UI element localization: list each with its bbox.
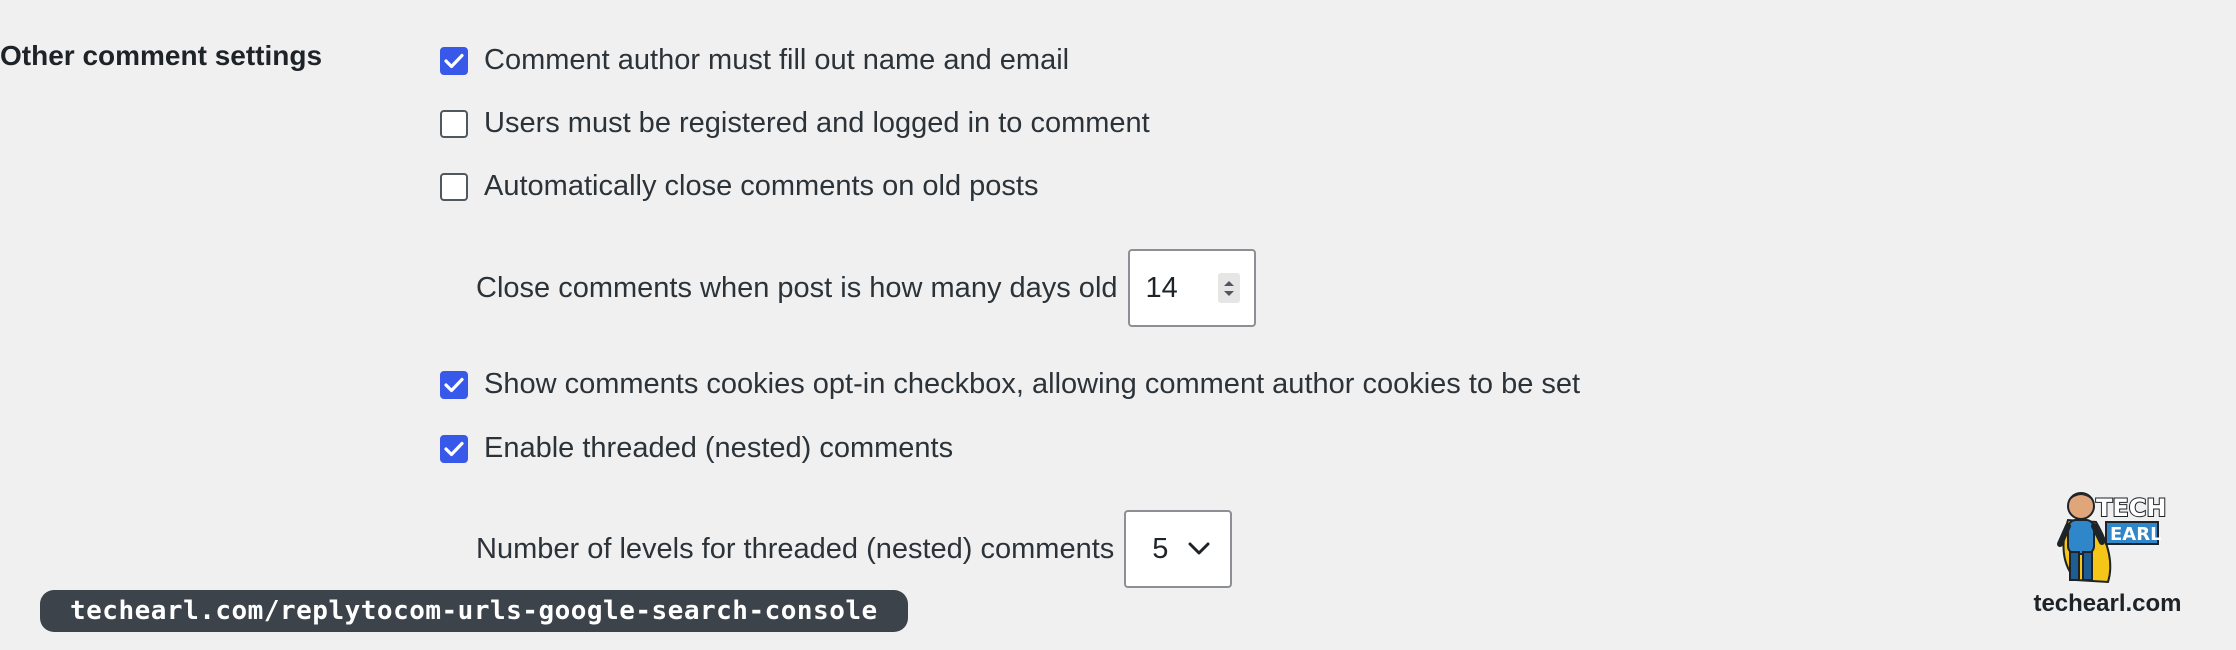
url-banner: techearl.com/replytocom-urls-google-sear… (40, 590, 908, 632)
cookies-opt-in-option[interactable]: Show comments cookies opt-in checkbox, a… (440, 368, 1580, 401)
comment-settings-page: Other comment settings Comment author mu… (0, 0, 2236, 650)
registration-required-checkbox[interactable] (440, 109, 468, 138)
threaded-comments-label: Enable threaded (nested) comments (484, 432, 954, 464)
require-name-email-label: Comment author must fill out name and em… (484, 44, 1070, 76)
close-days-input[interactable]: 14 (1127, 249, 1256, 327)
threaded-comments-checkbox[interactable] (440, 434, 468, 463)
spinner-down-icon[interactable] (1223, 290, 1235, 298)
close-days-value: 14 (1145, 271, 1178, 304)
cookies-opt-in-checkbox[interactable] (440, 370, 468, 399)
checkmark-icon (444, 377, 464, 392)
cookies-opt-in-label: Show comments cookies opt-in checkbox, a… (484, 368, 1581, 400)
techearl-logo: TECH EARL (2057, 492, 2166, 584)
url-banner-text: techearl.com/replytocom-urls-google-sear… (70, 596, 878, 626)
require-name-email-checkbox[interactable] (440, 46, 468, 75)
checkmark-icon (444, 53, 464, 68)
thread-depth-select[interactable]: 5 (1124, 510, 1233, 588)
threaded-comments-option[interactable]: Enable threaded (nested) comments (440, 432, 953, 465)
spinner-control[interactable] (1217, 273, 1240, 303)
checkmark-icon (444, 441, 464, 456)
close-old-posts-option[interactable]: Automatically close comments on old post… (440, 170, 1038, 203)
spinner-up-icon[interactable] (1223, 279, 1235, 287)
thread-depth-label: Number of levels for threaded (nested) c… (476, 532, 1115, 565)
registration-required-option[interactable]: Users must be registered and logged in t… (440, 107, 1150, 140)
close-old-posts-label: Automatically close comments on old post… (484, 170, 1039, 202)
registration-required-label: Users must be registered and logged in t… (484, 107, 1150, 139)
svg-text:EARL: EARL (2110, 524, 2162, 545)
close-old-posts-checkbox[interactable] (440, 172, 468, 201)
section-label: Other comment settings (0, 40, 323, 71)
thread-depth-row: Number of levels for threaded (nested) c… (476, 510, 1233, 588)
site-caption: techearl.com (2033, 590, 2182, 617)
thread-depth-value: 5 (1152, 532, 1169, 565)
close-days-label: Close comments when post is how many day… (476, 271, 1118, 304)
chevron-down-icon (1188, 542, 1210, 555)
svg-text:TECH: TECH (2096, 494, 2166, 522)
require-name-email-option[interactable]: Comment author must fill out name and em… (440, 44, 1069, 77)
close-days-row: Close comments when post is how many day… (476, 249, 1256, 327)
